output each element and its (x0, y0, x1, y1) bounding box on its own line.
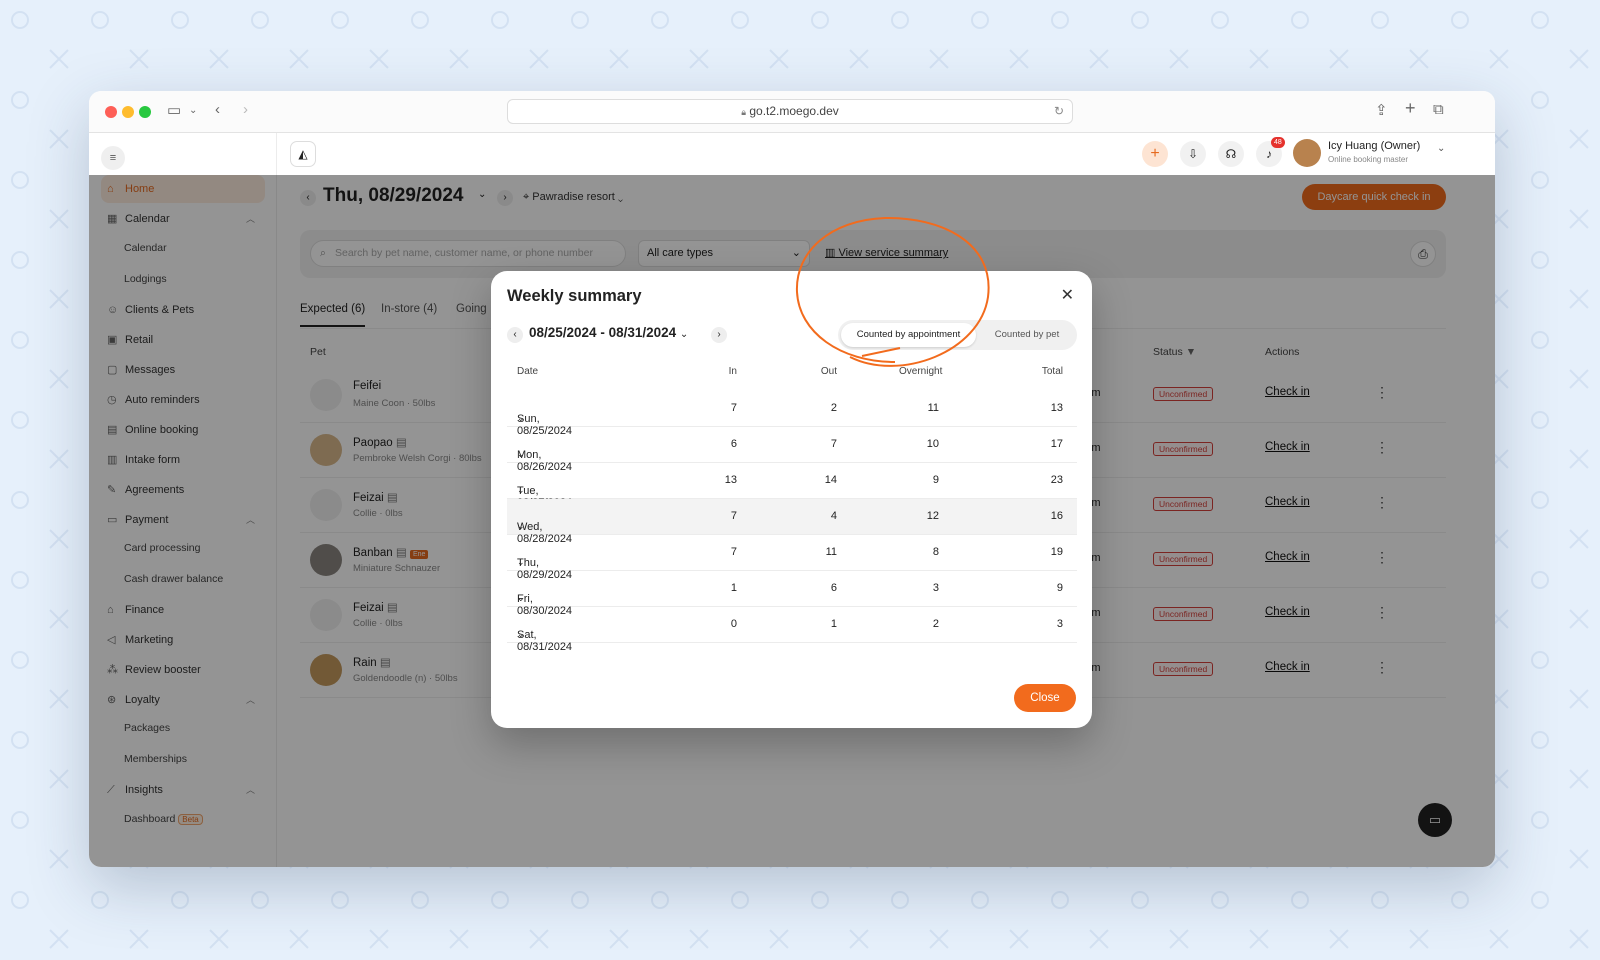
row-total: 17 (1050, 438, 1063, 450)
row-overnight: 10 (926, 438, 939, 450)
chevron-down-icon: ⌄ (517, 521, 525, 531)
row-overnight: 11 (927, 402, 939, 414)
week-range: 08/25/2024 - 08/31/2024 (529, 325, 677, 340)
annotation-circle (795, 216, 990, 367)
tabs-overview-icon[interactable]: ⧉ (1433, 101, 1444, 118)
row-overnight: 2 (932, 618, 939, 630)
row-in: 0 (730, 618, 737, 630)
header-in: In (728, 366, 737, 377)
row-out: 14 (824, 474, 837, 486)
summary-row: Fri, 08/30/2024 ⌄ 1 6 3 9 (507, 571, 1077, 617)
row-out: 7 (830, 438, 837, 450)
user-name[interactable]: Icy Huang (Owner) (1328, 140, 1420, 152)
reload-icon[interactable]: ↻ (1054, 100, 1064, 123)
summary-row: Tue, 08/27/2024 ⌄ 13 14 9 23 (507, 463, 1077, 509)
share-icon[interactable]: ⇪ (1375, 101, 1388, 119)
header-date: Date (517, 366, 539, 377)
download-icon[interactable]: ⇩ (1180, 141, 1206, 167)
maximize-window-icon[interactable] (139, 106, 151, 118)
menu-toggle-icon[interactable]: ≡ (101, 146, 125, 170)
close-icon[interactable]: ✕ (1061, 285, 1074, 305)
row-out: 1 (830, 618, 837, 630)
url-text: go.t2.moego.dev (749, 104, 839, 118)
row-out: 2 (830, 402, 837, 414)
summary-row: Thu, 08/29/2024 ⌄ 7 11 8 19 (507, 535, 1077, 581)
row-out: 4 (830, 510, 837, 522)
row-out: 6 (830, 582, 837, 594)
chevron-down-icon: ⌄ (517, 593, 525, 603)
sidebar-toggle-icon[interactable]: ▭ (167, 101, 181, 119)
summary-row: Sat, 08/31/2024 ⌄ 0 1 2 3 (507, 607, 1077, 653)
row-in: 7 (730, 402, 737, 414)
row-in: 7 (730, 546, 737, 558)
minimize-window-icon[interactable] (122, 106, 134, 118)
row-overnight: 8 (932, 546, 939, 558)
chevron-down-icon: ⌄ (517, 413, 525, 423)
row-overnight: 9 (932, 474, 939, 486)
next-week-icon[interactable]: › (711, 327, 727, 343)
row-total: 23 (1050, 474, 1063, 486)
logo: ◭ (290, 141, 316, 167)
back-icon[interactable]: ‹ (215, 101, 220, 118)
chevron-down-icon: ⌄ (517, 629, 525, 639)
url-bar[interactable]: 🔒︎ go.t2.moego.dev ↻ (507, 99, 1073, 124)
new-tab-icon[interactable]: + (1405, 98, 1416, 119)
summary-row: Mon, 08/26/2024 ⌄ 6 7 10 17 (507, 427, 1077, 473)
browser-chrome: ▭ ⌄ ‹ › 🔒︎ go.t2.moego.dev ↻ ⇪ + ⧉ (89, 91, 1495, 133)
chevron-down-icon: ⌄ (517, 485, 525, 495)
row-total: 3 (1056, 618, 1063, 630)
row-total: 19 (1050, 546, 1063, 558)
chevron-down-icon[interactable]: ⌄ (189, 105, 197, 116)
row-in: 6 (730, 438, 737, 450)
row-in: 13 (724, 474, 737, 486)
lock-icon: 🔒︎ (741, 107, 747, 117)
row-total: 13 (1050, 402, 1063, 414)
chevron-down-icon: ⌄ (517, 557, 525, 567)
summary-row: Sun, 08/25/2024 ⌄ 7 2 11 13 (507, 391, 1077, 437)
row-in: 7 (730, 510, 737, 522)
chevron-down-icon: ⌄ (679, 329, 689, 340)
row-total: 16 (1050, 510, 1063, 522)
row-total: 9 (1056, 582, 1063, 594)
add-icon[interactable]: + (1142, 141, 1168, 167)
row-overnight: 3 (932, 582, 939, 594)
user-role: Online booking master (1328, 155, 1409, 164)
chevron-down-icon: ⌄ (517, 449, 525, 459)
close-window-icon[interactable] (105, 106, 117, 118)
forward-icon[interactable]: › (243, 101, 248, 118)
prev-week-icon[interactable]: ‹ (507, 327, 523, 343)
summary-row: Wed, 08/28/2024 ⌄ 7 4 12 16 (507, 499, 1077, 545)
row-out: 11 (825, 546, 837, 558)
avatar[interactable] (1293, 139, 1321, 167)
notification-count: 48 (1271, 137, 1285, 148)
close-button[interactable]: Close (1014, 684, 1076, 712)
week-range-selector[interactable]: 08/25/2024 - 08/31/2024 ⌄ (529, 325, 688, 340)
header-total: Total (1041, 366, 1063, 377)
headset-icon[interactable]: ☊ (1218, 141, 1244, 167)
modal-title: Weekly summary (507, 287, 642, 305)
chevron-down-icon[interactable]: ⌄ (1437, 143, 1445, 154)
row-date-text: Sat, 08/31/2024 (517, 629, 573, 653)
row-in: 1 (730, 582, 737, 594)
row-overnight: 12 (926, 510, 939, 522)
